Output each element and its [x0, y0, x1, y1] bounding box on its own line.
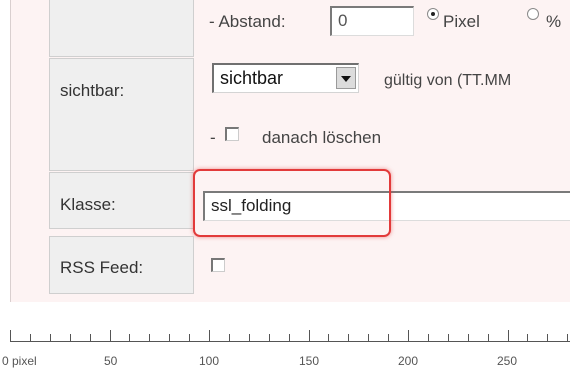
percent-radio[interactable]	[527, 8, 539, 20]
ruler-tick	[467, 334, 469, 341]
ruler-tick	[447, 334, 449, 341]
sichtbar-label: sichtbar:	[60, 81, 125, 100]
rss-feed-checkbox[interactable]	[211, 258, 225, 272]
klasse-label: Klasse:	[60, 195, 116, 214]
ruler-tick	[49, 334, 51, 341]
ruler-tick	[288, 334, 290, 341]
dropdown-arrow-icon[interactable]	[336, 67, 356, 89]
ruler-label-0: 0 pixel	[2, 354, 37, 368]
ruler-tick	[69, 334, 71, 341]
ruler-tick	[10, 330, 11, 341]
ruler-label-150: 150	[299, 354, 320, 368]
ruler-tick	[169, 334, 171, 341]
ruler-tick	[308, 330, 310, 341]
ruler-tick	[189, 334, 191, 341]
sichtbar-select[interactable]: sichtbar	[212, 63, 359, 93]
ruler	[10, 341, 570, 342]
ruler-tick	[209, 330, 210, 341]
ruler-tick	[388, 334, 390, 341]
sichtbar-select-value: sichtbar	[220, 68, 284, 88]
ruler-tick	[129, 334, 131, 341]
ruler-tick	[427, 334, 429, 341]
rss-label: RSS Feed:	[60, 258, 144, 277]
ruler-tick	[408, 330, 409, 341]
ruler-tick	[487, 334, 489, 341]
ruler-tick	[89, 334, 91, 341]
ruler-tick	[109, 330, 111, 341]
ruler-tick	[228, 334, 230, 341]
ruler-tick	[368, 334, 370, 341]
abstand-label: - Abstand:	[209, 12, 286, 31]
pixel-radio[interactable]	[427, 8, 439, 20]
ruler-tick	[248, 334, 250, 341]
ruler-label-50: 50	[104, 354, 118, 368]
ruler-label-250: 250	[497, 354, 518, 368]
ruler-tick	[507, 330, 509, 341]
ruler-tick	[29, 334, 31, 341]
delete-after-label: danach löschen	[262, 128, 382, 147]
ruler-label-100: 100	[199, 354, 220, 368]
ruler-tick	[527, 334, 529, 341]
delete-prefix: -	[210, 128, 216, 147]
delete-after-checkbox[interactable]	[225, 127, 239, 141]
abstand-label-cell	[49, 0, 194, 57]
ruler-tick	[348, 334, 350, 341]
klasse-label-cell: Klasse:	[49, 172, 194, 229]
percent-radio-label: %	[546, 12, 562, 31]
ruler-label-200: 200	[398, 354, 419, 368]
sichtbar-label-cell: sichtbar:	[49, 58, 194, 171]
ruler-tick	[268, 334, 270, 341]
ruler-tick	[567, 334, 569, 341]
pixel-radio-label: Pixel	[443, 12, 480, 31]
ruler-tick	[328, 334, 330, 341]
rss-label-cell: RSS Feed:	[49, 236, 194, 294]
highlight-box	[193, 169, 391, 237]
ruler-tick	[547, 334, 549, 341]
abstand-input[interactable]: 0	[330, 6, 414, 36]
valid-from-label: gültig von (TT.MM	[384, 72, 512, 89]
ruler-tick	[149, 334, 151, 341]
